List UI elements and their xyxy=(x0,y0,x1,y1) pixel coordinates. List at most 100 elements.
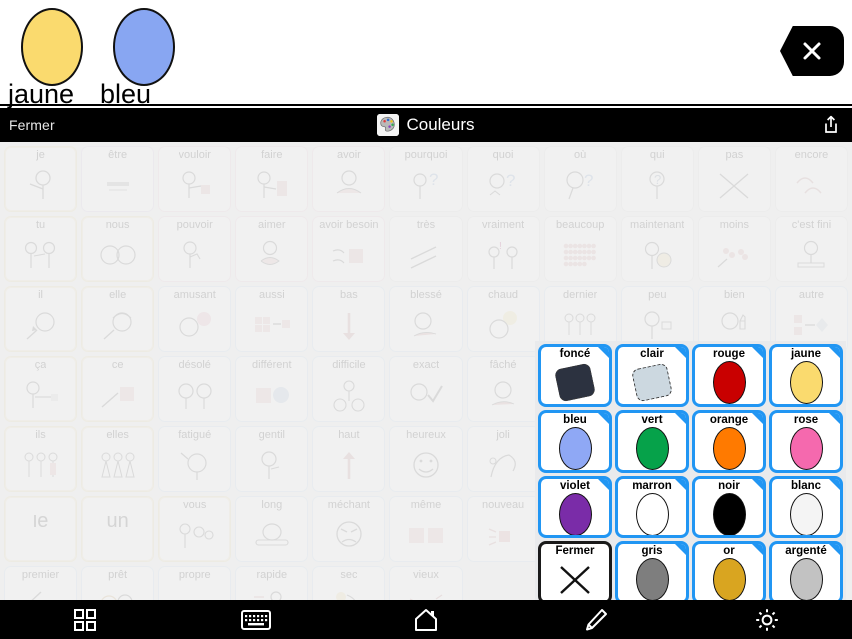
message-bar: jaune bleu xyxy=(0,0,852,108)
board-cell: méchant xyxy=(312,496,386,562)
color-button[interactable]: vert xyxy=(615,409,689,473)
share-icon xyxy=(825,115,837,133)
settings-button[interactable] xyxy=(737,600,797,639)
color-button[interactable]: violet xyxy=(538,475,612,539)
board-cell-label: différent xyxy=(252,359,292,371)
board-cell-label: propre xyxy=(178,569,211,581)
color-button[interactable]: marron xyxy=(615,475,689,539)
board-cell: elles xyxy=(81,426,155,492)
person-build-icon xyxy=(236,161,307,211)
close-popup-link[interactable]: Fermer xyxy=(9,117,55,133)
color-button[interactable]: argenté xyxy=(769,541,843,604)
message-item-symbol xyxy=(21,8,83,86)
color-button[interactable]: jaune xyxy=(769,344,843,407)
keyboard-icon xyxy=(240,609,271,630)
board-cell: très xyxy=(389,216,463,282)
board-cell-label: haut xyxy=(338,429,360,441)
color-label: orange xyxy=(709,413,749,426)
message-item-label: jaune xyxy=(8,79,75,109)
equals-bar-icon xyxy=(82,161,153,211)
corner-flag-icon xyxy=(752,412,763,424)
board-cell-label: tu xyxy=(35,219,46,231)
color-label: clair xyxy=(640,348,664,360)
board-cell: long xyxy=(235,496,309,562)
person-tired-icon xyxy=(159,441,230,491)
edit-button[interactable] xyxy=(566,600,626,639)
person-machine-icon xyxy=(313,371,384,421)
person-clock-icon xyxy=(622,231,693,281)
svg-text:?: ? xyxy=(429,170,438,189)
person-kind-icon xyxy=(236,441,307,491)
color-swatch xyxy=(712,361,746,404)
color-button[interactable]: rouge xyxy=(692,344,766,407)
svg-text:!: ! xyxy=(499,241,502,252)
board-cell-label: quoi xyxy=(492,149,514,161)
share-button[interactable] xyxy=(820,114,842,136)
board-cell: bas xyxy=(312,286,386,352)
board-cell-label: gentil xyxy=(258,429,285,441)
peacock-icon xyxy=(468,441,539,491)
arrow-up-icon xyxy=(313,441,384,491)
color-swatch xyxy=(630,362,674,403)
board-cell-label: désolé xyxy=(178,359,211,371)
board-cell-label: fâché xyxy=(489,359,517,371)
board-cell-label: où xyxy=(574,149,587,161)
close-palette-button[interactable]: Fermer xyxy=(538,541,612,604)
color-button[interactable]: gris xyxy=(615,541,689,604)
board-cell-label: méchant xyxy=(327,499,370,511)
arrow-down-icon xyxy=(313,301,384,351)
board-cell: pourquoi? xyxy=(389,146,463,212)
color-button[interactable]: bleu xyxy=(538,409,612,473)
board-cell-label: joli xyxy=(496,429,510,441)
color-symbol xyxy=(618,426,686,470)
three-people-icon xyxy=(5,441,76,491)
board-cell: heureux xyxy=(389,426,463,492)
svg-text:?: ? xyxy=(654,172,661,187)
home-button[interactable] xyxy=(396,600,456,639)
color-symbol xyxy=(541,492,609,536)
color-label: vert xyxy=(641,413,663,426)
corner-flag-icon xyxy=(598,478,609,490)
board-cell: haut xyxy=(312,426,386,492)
color-button[interactable]: orange xyxy=(692,409,766,473)
board-cell: chaud xyxy=(466,286,540,352)
color-button[interactable]: or xyxy=(692,541,766,604)
three-women-icon xyxy=(82,441,153,491)
keyboard-button[interactable] xyxy=(226,600,286,639)
color-swatch xyxy=(712,558,746,602)
message-item[interactable]: jaune xyxy=(6,6,98,108)
corner-flag-icon xyxy=(829,412,840,424)
board-cell: exact xyxy=(389,356,463,422)
color-symbol xyxy=(695,492,763,536)
board-cell: nous xyxy=(81,216,155,282)
board-cell-label: peu xyxy=(648,289,667,301)
board-cell: blessé xyxy=(389,286,463,352)
color-swatch xyxy=(558,426,592,470)
color-button[interactable]: foncé xyxy=(538,344,612,407)
color-swatch xyxy=(789,361,823,404)
board-cell: même xyxy=(389,496,463,562)
board-cell-label: vraiment xyxy=(481,219,525,231)
corner-flag-icon xyxy=(752,478,763,490)
board-cell: gentil xyxy=(235,426,309,492)
home-icon xyxy=(414,608,437,631)
message-item[interactable]: bleu xyxy=(98,6,190,108)
person-flex-icon xyxy=(159,231,230,281)
color-button[interactable]: rose xyxy=(769,409,843,473)
board-cell: pas xyxy=(697,146,771,212)
corner-flag-icon xyxy=(675,412,686,424)
board-cell-label: pas xyxy=(725,149,744,161)
color-button[interactable]: noir xyxy=(692,475,766,539)
face-check-icon xyxy=(390,371,461,421)
color-button[interactable]: clair xyxy=(615,344,689,407)
two-faces-sorry-icon xyxy=(159,371,230,421)
clear-message-button[interactable] xyxy=(780,26,844,76)
board-cell-label: bas xyxy=(340,289,358,301)
color-swatch xyxy=(558,492,592,536)
grid-button[interactable] xyxy=(55,600,115,639)
person-question2-icon: ? xyxy=(622,161,693,211)
color-button[interactable]: blanc xyxy=(769,475,843,539)
board-cell: il xyxy=(4,286,78,352)
person-reach-box-icon xyxy=(159,161,230,211)
board-cell-label: qui xyxy=(649,149,665,161)
